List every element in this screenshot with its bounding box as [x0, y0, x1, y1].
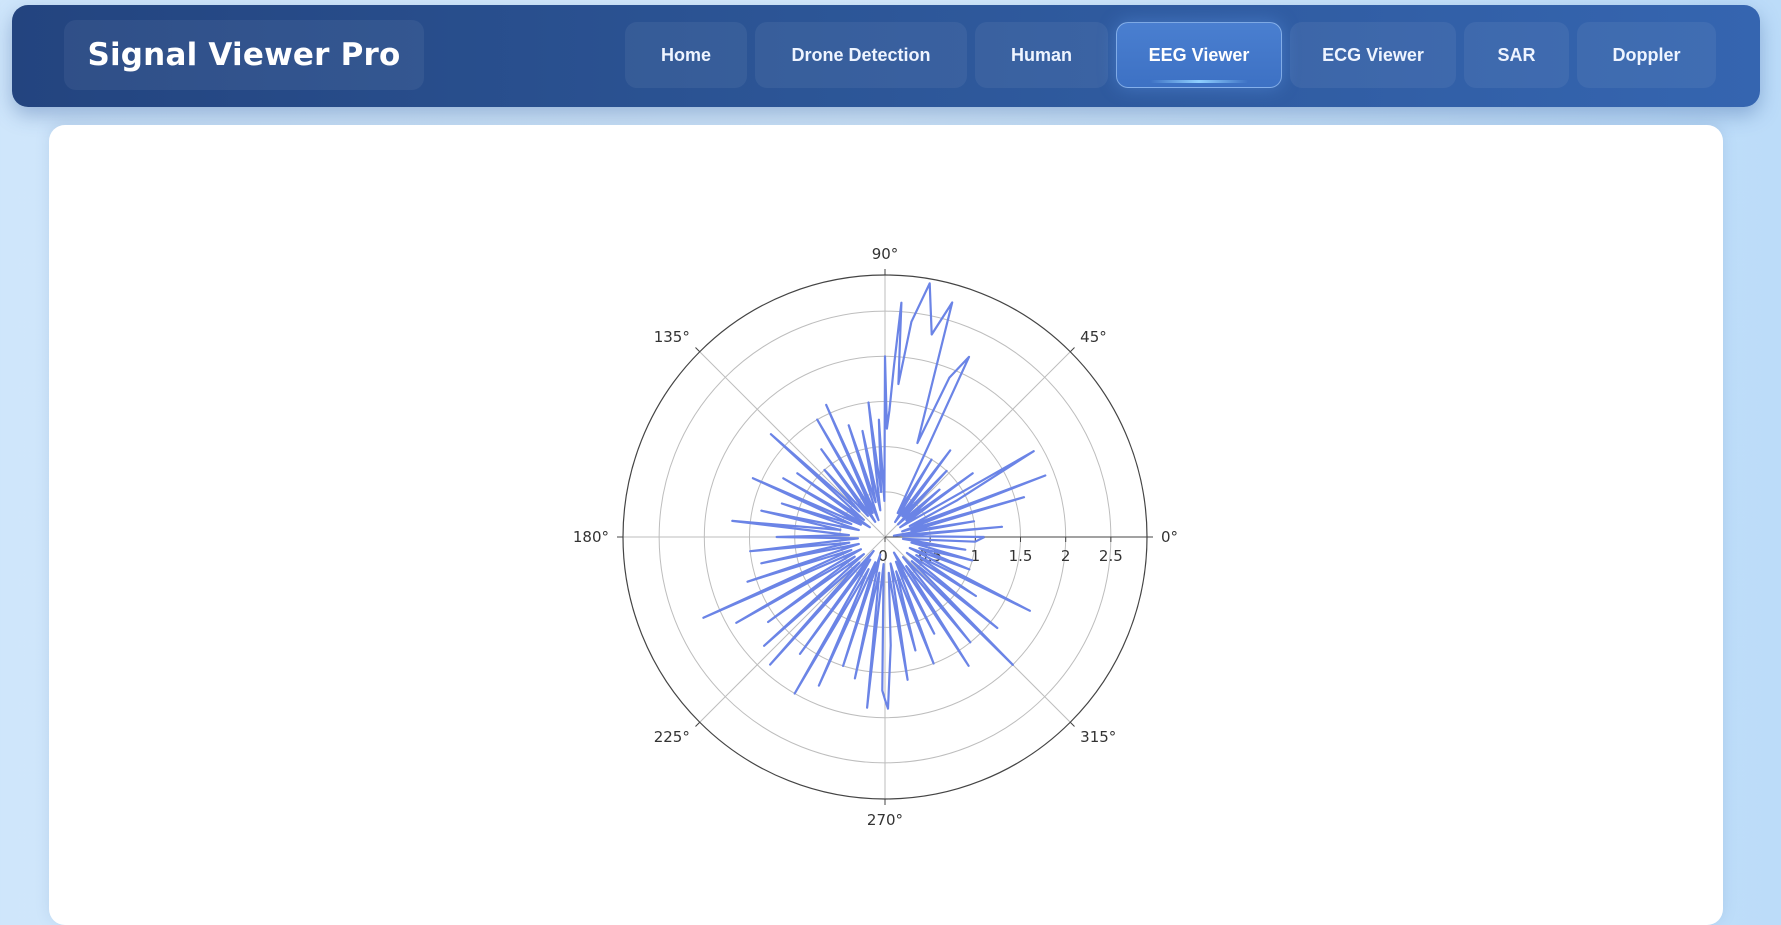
nav-drone-detection[interactable]: Drone Detection [755, 22, 967, 88]
angular-tick [1069, 347, 1075, 353]
polar-chart: 0°45°90°135°180°225°270°315° 0 0.5 1 1.5 2 2.… [573, 245, 1178, 829]
app-title: Signal Viewer Pro [87, 37, 401, 73]
radial-tick-label: 1 [971, 547, 981, 565]
nav-doppler[interactable]: Doppler [1577, 22, 1716, 88]
main-nav: Home Drone Detection Human EEG Viewer EC… [625, 22, 1716, 88]
angular-tick [695, 721, 701, 727]
nav-sar[interactable]: SAR [1464, 22, 1569, 88]
angular-tick-label: 45° [1080, 328, 1107, 346]
angular-tick-label: 225° [654, 728, 690, 746]
angular-tick-label: 180° [573, 528, 609, 546]
eeg-polar-trace [702, 282, 1047, 710]
angular-tick-label: 90° [872, 245, 899, 263]
angular-tick [1069, 721, 1075, 727]
series-line [702, 282, 1047, 710]
app-brand[interactable]: Signal Viewer Pro [64, 20, 424, 90]
nav-home[interactable]: Home [625, 22, 747, 88]
radial-tick-label: 2.5 [1099, 547, 1123, 565]
nav-human[interactable]: Human [975, 22, 1108, 88]
angular-tick-label: 0° [1161, 528, 1178, 546]
nav-ecg-viewer[interactable]: ECG Viewer [1290, 22, 1456, 88]
angular-tick-label: 270° [867, 811, 903, 829]
top-navbar: Signal Viewer Pro Home Drone Detection H… [12, 5, 1760, 107]
radial-tick-label: 1.5 [1009, 547, 1033, 565]
main-panel: 0° 45° 90° 135° 180° 225° 270° 315° 0 0.5 1 1.5 2 2.… [49, 125, 1723, 925]
angular-tick-label: 135° [654, 328, 690, 346]
radial-tick-label: 2 [1061, 547, 1071, 565]
nav-eeg-viewer[interactable]: EEG Viewer [1116, 22, 1282, 88]
angular-tick [695, 347, 701, 353]
angular-tick-label: 315° [1080, 728, 1116, 746]
